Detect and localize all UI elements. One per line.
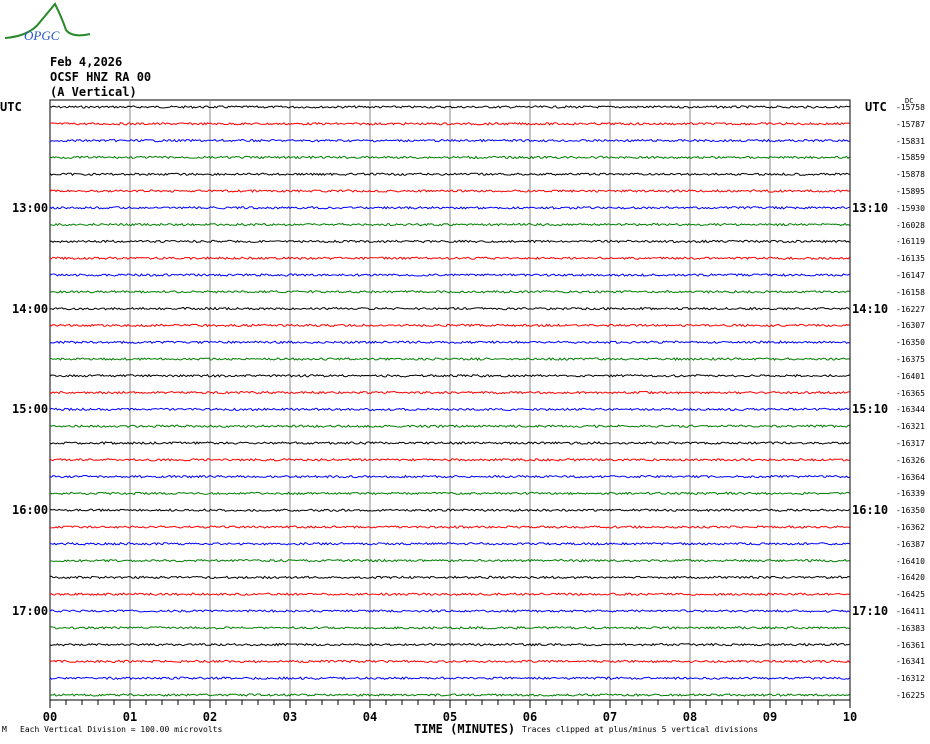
dc-offset-label: -16227 xyxy=(896,304,925,314)
dc-offset-label: -16344 xyxy=(896,405,925,415)
x-axis-title: TIME (MINUTES) xyxy=(414,722,516,736)
x-tick-label: 02 xyxy=(202,710,218,724)
x-tick-label: 01 xyxy=(122,710,138,724)
dc-offset-label: -16158 xyxy=(896,287,925,297)
left-time-label: 17:00 xyxy=(12,604,49,618)
dc-offset-label: -16317 xyxy=(896,439,925,448)
dc-offset-label: -16362 xyxy=(896,523,925,532)
marker: M xyxy=(2,725,7,734)
dc-offset-label: -16361 xyxy=(896,640,925,650)
dc-offset-label: -16350 xyxy=(896,338,925,348)
dc-offset-label: -16411 xyxy=(896,607,925,616)
component-label: (A Vertical) xyxy=(50,85,137,99)
dc-offset-label: -16365 xyxy=(896,388,925,398)
dc-offset-label: -16312 xyxy=(896,674,925,684)
right-time-label: 16:10 xyxy=(852,503,889,518)
scale-note: Each Vertical Division = 100.00 microvol… xyxy=(20,725,223,734)
left-time-label: 15:00 xyxy=(12,402,49,417)
left-utc-title: UTC xyxy=(0,100,22,114)
dc-offset-label: -16339 xyxy=(896,489,925,499)
left-time-label: 16:00 xyxy=(12,503,49,518)
dc-offset-label: -15787 xyxy=(896,119,925,129)
left-time-label: 14:00 xyxy=(12,301,49,316)
dc-offset-label: -16307 xyxy=(896,321,925,331)
date-label: Feb 4,2026 xyxy=(50,55,123,69)
dc-offset-label: -16135 xyxy=(896,254,925,264)
x-tick-label: 08 xyxy=(682,710,698,724)
helicorder-plot: OPGC xyxy=(4,2,851,708)
dc-offset-label: -16147 xyxy=(896,271,925,280)
x-tick-label: 07 xyxy=(602,710,618,724)
dc-offset-label: -16387 xyxy=(896,539,925,549)
x-tick-label: 10 xyxy=(842,710,858,724)
dc-offset-label: -16326 xyxy=(896,455,925,465)
dc-offset-label: -16350 xyxy=(896,506,925,516)
x-tick-label: 06 xyxy=(522,710,538,724)
dc-offset-label: -16364 xyxy=(896,472,925,482)
dc-offset-label: -16375 xyxy=(896,355,925,364)
right-time-label: 13:10 xyxy=(852,200,889,215)
clip-note: Traces clipped at plus/minus 5 vertical … xyxy=(522,725,759,734)
dc-offset-label: -15758 xyxy=(896,103,925,112)
dc-offset-label: -16401 xyxy=(896,371,925,381)
right-utc-title: UTC xyxy=(865,100,887,114)
dc-offset-label: -16425 xyxy=(896,590,925,600)
dc-offset-label: -15895 xyxy=(896,187,925,196)
x-tick-label: 03 xyxy=(282,710,298,724)
dc-offset-label: -16321 xyxy=(896,422,925,432)
dc-offset-label: -16119 xyxy=(896,237,925,247)
station-label: OCSF HNZ RA 00 xyxy=(50,70,152,84)
logo: OPGC xyxy=(4,2,91,43)
dc-offset-label: -16225 xyxy=(896,691,925,700)
dc-offset-label: -16341 xyxy=(896,657,925,667)
right-time-label: 17:10 xyxy=(852,604,889,618)
svg-text:OPGC: OPGC xyxy=(24,28,60,43)
dc-offset-label: -16420 xyxy=(896,573,925,583)
dc-offset-label: -16028 xyxy=(896,220,925,230)
dc-offset-label: -15831 xyxy=(896,136,925,146)
dc-offset-label: -16383 xyxy=(896,623,925,633)
x-tick-label: 04 xyxy=(362,710,378,724)
dc-offset-label: -16410 xyxy=(896,556,925,566)
dc-offset-label: -15878 xyxy=(896,170,925,180)
left-time-label: 13:00 xyxy=(12,200,49,215)
right-time-label: 15:10 xyxy=(852,402,889,417)
dc-offset-label: -15930 xyxy=(896,203,925,213)
right-time-label: 14:10 xyxy=(852,301,889,316)
x-tick-label: 09 xyxy=(762,710,778,724)
dc-offset-label: -15859 xyxy=(896,153,925,163)
x-tick-label: 00 xyxy=(42,710,58,724)
